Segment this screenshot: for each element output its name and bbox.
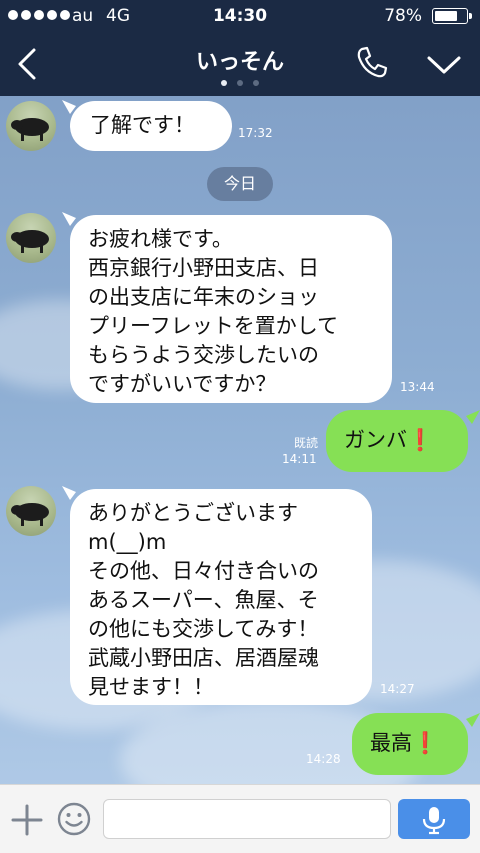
message-line: の他にも交渉してみす！ (88, 617, 319, 641)
message-line: もらうよう交渉したいの (88, 343, 319, 367)
message-line: の出支店に年末のショッ (88, 285, 319, 309)
message-line: プリーフレットを置かして (88, 314, 339, 338)
message-input[interactable] (103, 799, 391, 839)
input-bar (0, 784, 480, 853)
microphone-button[interactable] (398, 799, 470, 839)
plus-icon[interactable] (10, 803, 44, 837)
message-line: 見せます！！ (88, 675, 214, 699)
message-line: その他、日々付き合いの (88, 559, 319, 583)
bubble-tail (466, 713, 480, 727)
bubble-tail (466, 410, 480, 424)
exclamation-icon: ❗ (407, 428, 434, 452)
message-bubble[interactable]: 最高❗ (352, 713, 468, 775)
chevron-down-icon[interactable] (424, 50, 464, 78)
message-bubble[interactable]: お疲れ様です。 西京銀行小野田支店、日 の出支店に年末のショッ プリーフレットを… (70, 215, 392, 403)
message-line: 武蔵小野田店、居酒屋魂 (88, 646, 319, 670)
read-receipt: 既読 (293, 436, 318, 450)
message-text: 最高 (370, 731, 412, 755)
message-bubble[interactable]: ガンバ❗ (326, 410, 468, 472)
message-line: m(__)m (88, 530, 167, 554)
bubble-tail (62, 212, 76, 226)
date-separator: 今日 (207, 167, 273, 201)
message-line: 西京銀行小野田支店、日 (88, 256, 319, 280)
phone-icon[interactable] (354, 44, 390, 80)
battery-icon (432, 8, 472, 24)
chat-title: いっそん (195, 50, 284, 75)
microphone-icon (422, 807, 446, 835)
message-time: 14:27 (380, 682, 415, 696)
message-text: ガンバ (344, 428, 407, 452)
battery-percent: 78% (384, 6, 422, 26)
message-time: 14:11 (282, 452, 317, 466)
smiley-icon[interactable] (56, 801, 92, 837)
message-time: 14:28 (306, 752, 341, 766)
avatar[interactable] (6, 213, 56, 263)
message-line: 了解です！ (90, 113, 195, 137)
bubble-tail (62, 486, 76, 500)
exclamation-icon: ❗ (412, 731, 439, 755)
message-line: あるスーパー、魚屋、そ (88, 588, 319, 612)
message-line: ありがとうございます (88, 501, 298, 525)
message-bubble[interactable]: 了解です！ (70, 101, 232, 151)
message-line: ですがいいですか？ (88, 372, 277, 396)
message-line: お疲れ様です。 (88, 227, 233, 251)
chat-header: au 4G 14:30 78% いっそん (0, 0, 480, 96)
avatar[interactable] (6, 101, 56, 151)
message-bubble[interactable]: ありがとうございます m(__)m その他、日々付き合いの あるスーパー、魚屋、… (70, 489, 372, 705)
message-time: 13:44 (400, 380, 435, 394)
avatar[interactable] (6, 486, 56, 536)
message-time: 17:32 (238, 126, 273, 140)
page-indicator (0, 80, 480, 86)
